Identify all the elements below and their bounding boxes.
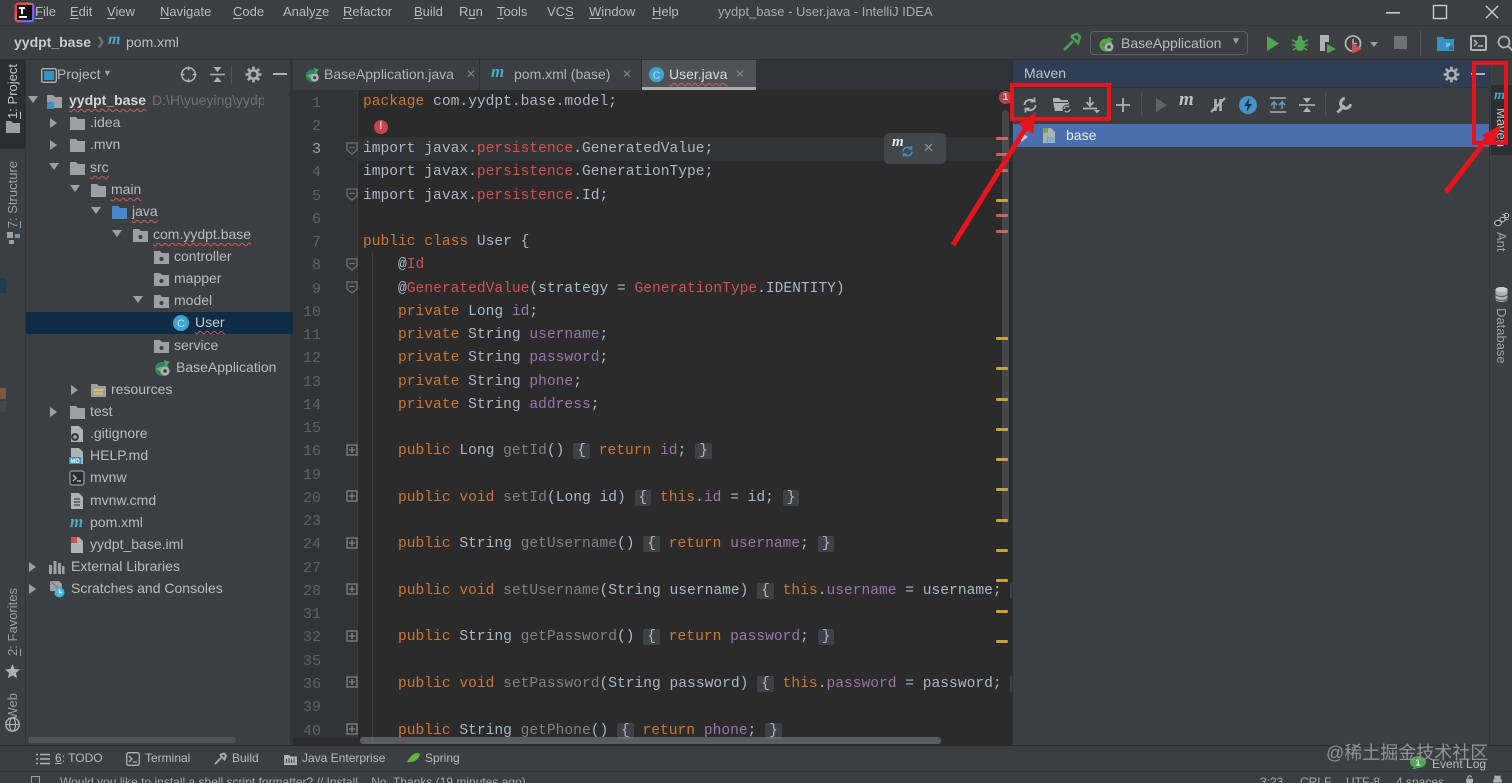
- svg-text:C: C: [177, 318, 185, 330]
- svg-text:C: C: [653, 70, 661, 81]
- svg-text:MD: MD: [70, 459, 80, 465]
- svg-text:m: m: [1046, 134, 1054, 144]
